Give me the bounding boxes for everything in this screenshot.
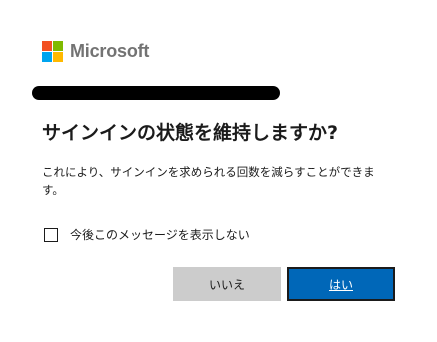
microsoft-logo-icon	[42, 40, 63, 62]
dont-show-again-row[interactable]: 今後このメッセージを表示しない	[44, 225, 250, 245]
dont-show-again-checkbox[interactable]	[44, 228, 58, 242]
page-title: サインインの状態を維持しますか?	[42, 122, 339, 144]
no-button[interactable]: いいえ	[173, 267, 281, 301]
microsoft-logo: Microsoft	[42, 40, 149, 62]
yes-button[interactable]: はい	[287, 267, 395, 301]
microsoft-logo-text: Microsoft	[70, 41, 150, 61]
description-text: これにより、サインインを求められる回数を減らすことができます。	[42, 165, 375, 197]
stay-signed-in-dialog: Microsoft サインインの状態を維持しますか? これにより、サインインを求…	[0, 0, 437, 342]
dont-show-again-label[interactable]: 今後このメッセージを表示しない	[70, 225, 250, 245]
redacted-account-email	[32, 86, 280, 100]
